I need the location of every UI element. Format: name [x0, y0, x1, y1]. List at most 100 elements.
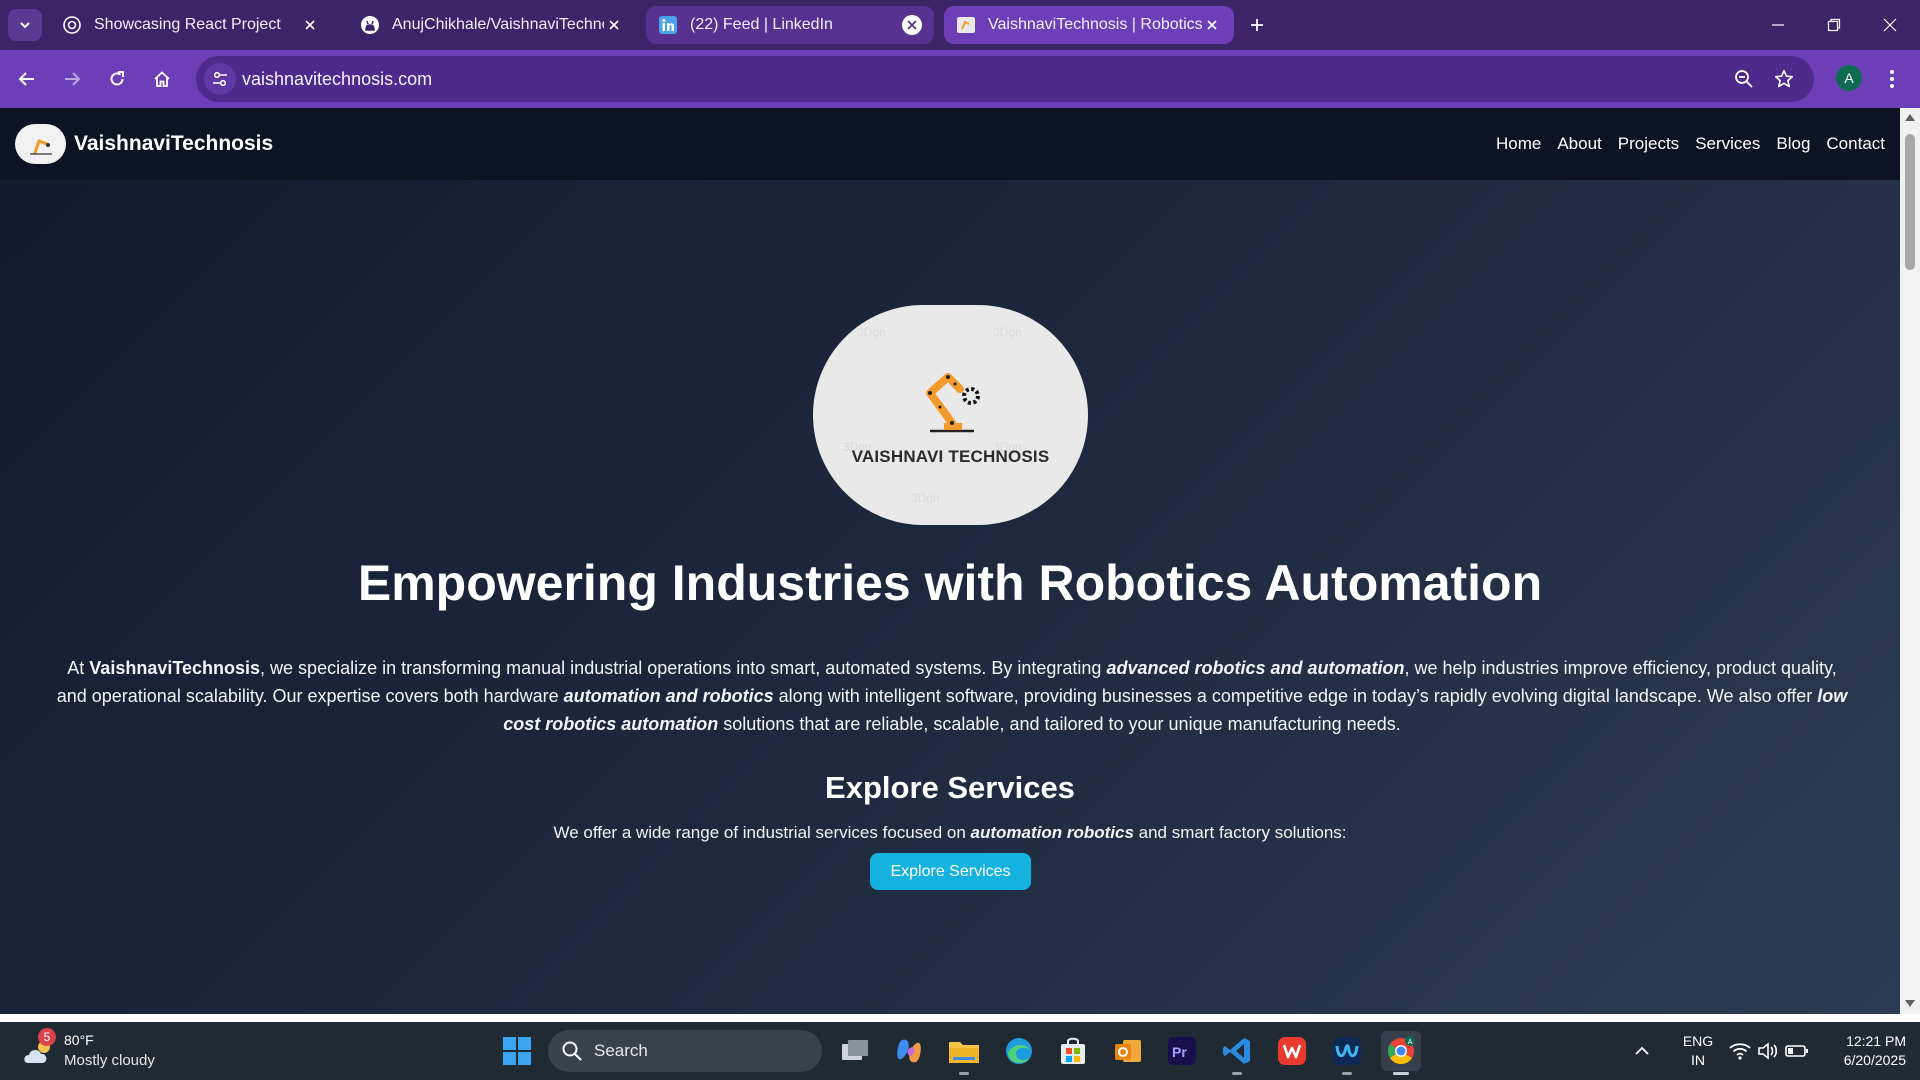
web-page: VaishnaviTechnosis Home About Projects S…	[0, 108, 1900, 1014]
site-info-button[interactable]	[204, 63, 236, 95]
outlook-button[interactable]	[1108, 1031, 1148, 1071]
running-indicator	[1232, 1072, 1242, 1075]
outlook-icon	[1115, 1040, 1141, 1062]
close-window-button[interactable]	[1870, 8, 1910, 42]
weather-badge: 5	[38, 1028, 56, 1046]
task-view-icon	[842, 1040, 868, 1060]
tab-vaishnavi-technosis[interactable]: VaishnaviTechnosis | Robotics Automation	[944, 6, 1234, 44]
more-vertical-icon	[1890, 70, 1894, 88]
svg-text:Pr: Pr	[1172, 1044, 1187, 1060]
explore-services-button[interactable]: Explore Services	[870, 853, 1031, 890]
site-nav: Home About Projects Services Blog Contac…	[1496, 134, 1885, 154]
svg-text:A: A	[1408, 1039, 1413, 1046]
nav-about[interactable]: About	[1557, 134, 1601, 154]
premiere-pro-icon: Pr	[1168, 1037, 1196, 1065]
running-indicator	[1393, 1072, 1409, 1075]
tab-github[interactable]: AnujChikhale/VaishnaviTechnosis	[348, 6, 636, 44]
webex-icon	[1333, 1037, 1361, 1065]
wifi-icon	[1729, 1043, 1751, 1060]
hero-logo: 3Dgn 3Dgn 3Dgn 3Dgn 3Dgn VAISHNAVI TECHN…	[813, 305, 1088, 525]
wps-office-icon	[1278, 1037, 1306, 1065]
task-view-button[interactable]	[835, 1031, 875, 1071]
address-bar[interactable]: vaishnavitechnosis.com	[196, 56, 1814, 102]
site-header: VaishnaviTechnosis Home About Projects S…	[0, 108, 1900, 180]
search-label: Search	[594, 1041, 648, 1060]
arrow-left-icon	[18, 72, 34, 86]
forward-button[interactable]	[55, 63, 89, 95]
clock-date: 6/20/2025	[1843, 1052, 1906, 1068]
new-tab-button[interactable]	[1244, 12, 1270, 38]
wps-office-button[interactable]	[1272, 1031, 1312, 1071]
scroll-up-arrow-icon[interactable]	[1904, 111, 1916, 123]
edge-icon	[1006, 1038, 1032, 1064]
browser-toolbar: vaishnavitechnosis.com A	[0, 50, 1920, 108]
restore-icon	[1827, 18, 1841, 32]
home-button[interactable]	[145, 63, 179, 95]
search-icon	[562, 1041, 582, 1061]
tab-title: Showcasing React Project	[94, 16, 281, 33]
edge-button[interactable]	[999, 1031, 1039, 1071]
browser-tab-bar: Showcasing React Project AnujChikhale/Va…	[0, 0, 1920, 50]
profile-avatar[interactable]: A	[1836, 65, 1862, 91]
close-icon[interactable]	[902, 15, 922, 35]
openai-icon	[62, 15, 82, 35]
reload-icon	[110, 71, 124, 86]
windows-taskbar: 5 80°F Mostly cloudy Search Pr A ENG IN …	[0, 1022, 1920, 1080]
premiere-button[interactable]: Pr	[1162, 1031, 1202, 1071]
start-button[interactable]	[497, 1031, 537, 1071]
plus-icon	[1251, 19, 1263, 31]
tab-title: VaishnaviTechnosis | Robotics Automation	[988, 16, 1202, 33]
nav-projects[interactable]: Projects	[1618, 134, 1679, 154]
bookmark-button[interactable]	[1773, 68, 1795, 90]
system-tray-quick-settings[interactable]	[1724, 1022, 1814, 1080]
robot-arm-icon	[926, 373, 980, 433]
services-heading: Explore Services	[825, 770, 1075, 805]
minimize-icon	[1772, 24, 1784, 26]
tab-linkedin[interactable]: (22) Feed | LinkedIn	[646, 6, 934, 44]
weather-temp: 80°F	[64, 1032, 94, 1048]
restore-button[interactable]	[1814, 8, 1854, 42]
tab-showcasing-react[interactable]: Showcasing React Project	[50, 6, 332, 44]
back-button[interactable]	[10, 63, 44, 95]
close-icon[interactable]	[1202, 15, 1222, 35]
site-favicon	[956, 15, 976, 35]
chrome-button[interactable]: A	[1381, 1031, 1421, 1071]
site-brand[interactable]: VaishnaviTechnosis	[74, 132, 273, 156]
chevron-down-icon	[20, 22, 30, 29]
nav-blog[interactable]: Blog	[1776, 134, 1810, 154]
chrome-icon: A	[1387, 1036, 1415, 1065]
close-icon[interactable]	[300, 15, 320, 35]
volume-icon	[1758, 1042, 1778, 1060]
running-indicator	[1342, 1072, 1352, 1075]
language-indicator[interactable]: ENG IN	[1676, 1032, 1720, 1070]
site-logo[interactable]	[15, 124, 66, 164]
arrow-right-icon	[65, 72, 81, 86]
nav-contact[interactable]: Contact	[1826, 134, 1885, 154]
battery-icon	[1785, 1045, 1808, 1057]
vscode-button[interactable]	[1217, 1031, 1257, 1071]
intro-paragraph: At VaishnaviTechnosis, we specialize in …	[56, 658, 1848, 734]
show-hidden-icons-button[interactable]	[1628, 1022, 1656, 1080]
clock-time: 12:21 PM	[1846, 1033, 1906, 1049]
tab-title: AnujChikhale/VaishnaviTechnosis	[392, 16, 604, 33]
url-text[interactable]: vaishnavitechnosis.com	[242, 69, 432, 90]
file-explorer-button[interactable]	[944, 1031, 984, 1071]
webex-button[interactable]	[1327, 1031, 1367, 1071]
close-icon[interactable]	[604, 15, 624, 35]
page-scrollbar[interactable]	[1900, 108, 1920, 1014]
copilot-button[interactable]	[889, 1031, 929, 1071]
minimize-button[interactable]	[1758, 8, 1798, 42]
nav-services[interactable]: Services	[1695, 134, 1760, 154]
browser-menu-button[interactable]	[1880, 63, 1904, 95]
scrollbar-thumb[interactable]	[1905, 134, 1915, 270]
nav-home[interactable]: Home	[1496, 134, 1541, 154]
tab-search-button[interactable]	[8, 9, 42, 41]
store-button[interactable]	[1053, 1031, 1093, 1071]
taskbar-search[interactable]: Search	[548, 1030, 822, 1072]
system-clock[interactable]: 12:21 PM 6/20/2025	[1818, 1032, 1906, 1070]
zoom-button[interactable]	[1733, 68, 1755, 90]
scroll-down-arrow-icon[interactable]	[1904, 998, 1916, 1010]
copilot-icon	[897, 1039, 921, 1063]
emphasis: automation robotics	[970, 823, 1134, 842]
reload-button[interactable]	[100, 63, 134, 95]
